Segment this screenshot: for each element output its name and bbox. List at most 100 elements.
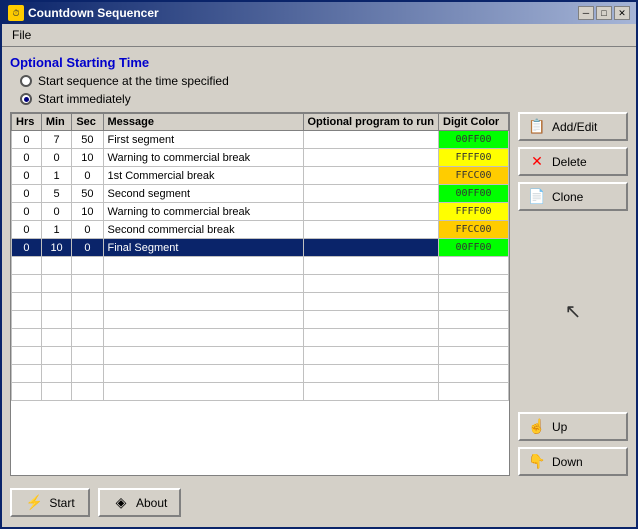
cell-empty <box>72 383 103 401</box>
up-button[interactable]: ☝ Up <box>518 412 628 441</box>
table-row[interactable]: 0 0 10 Warning to commercial break FFFF0… <box>12 149 509 167</box>
cell-empty <box>12 347 42 365</box>
cell-sec: 0 <box>72 167 103 185</box>
table-row-empty[interactable] <box>12 257 509 275</box>
table-row-empty[interactable] <box>12 311 509 329</box>
delete-label: Delete <box>552 155 587 169</box>
table-row-empty[interactable] <box>12 383 509 401</box>
start-button[interactable]: ⚡ Start <box>10 488 90 517</box>
cell-min: 5 <box>41 185 71 203</box>
cell-hrs: 0 <box>12 167 42 185</box>
table-scroll[interactable]: Hrs Min Sec Message Optional program to … <box>11 113 509 475</box>
cell-color: 00FF00 <box>439 239 509 257</box>
cell-empty <box>12 293 42 311</box>
cell-empty <box>103 347 303 365</box>
table-row-empty[interactable] <box>12 347 509 365</box>
cell-min: 0 <box>41 149 71 167</box>
cell-empty <box>41 329 71 347</box>
cell-program <box>303 239 439 257</box>
cell-empty <box>12 329 42 347</box>
cell-empty <box>72 311 103 329</box>
cell-hrs: 0 <box>12 185 42 203</box>
cell-message: Final Segment <box>103 239 303 257</box>
radio-label-0: Start sequence at the time specified <box>38 74 229 88</box>
cell-program <box>303 221 439 239</box>
table-row[interactable]: 0 1 0 Second commercial break FFCC00 <box>12 221 509 239</box>
cell-empty <box>72 347 103 365</box>
table-row-empty[interactable] <box>12 329 509 347</box>
cursor-icon: ↖ <box>565 299 582 324</box>
down-icon: 👇 <box>528 453 546 470</box>
radio-row-0[interactable]: Start sequence at the time specified <box>20 74 628 88</box>
cell-color: FFFF00 <box>439 203 509 221</box>
up-label: Up <box>552 420 567 434</box>
cell-empty <box>41 257 71 275</box>
table-row[interactable]: 0 5 50 Second segment 00FF00 <box>12 185 509 203</box>
cell-empty <box>72 257 103 275</box>
col-sec: Sec <box>72 114 103 131</box>
about-button[interactable]: ◈ About <box>98 488 181 517</box>
cell-empty <box>103 275 303 293</box>
cell-min: 1 <box>41 221 71 239</box>
close-button[interactable]: ✕ <box>614 6 630 20</box>
cell-message: Second segment <box>103 185 303 203</box>
radio-group: Start sequence at the time specified Sta… <box>20 74 628 106</box>
cell-empty <box>303 365 439 383</box>
radio-start-immediately[interactable] <box>20 93 32 105</box>
add-edit-label: Add/Edit <box>552 120 597 134</box>
cell-empty <box>12 311 42 329</box>
table-row[interactable]: 0 7 50 First segment 00FF00 <box>12 131 509 149</box>
cell-sec: 10 <box>72 203 103 221</box>
table-row-empty[interactable] <box>12 293 509 311</box>
down-label: Down <box>552 455 583 469</box>
cell-message: Second commercial break <box>103 221 303 239</box>
table-row[interactable]: 0 0 10 Warning to commercial break FFFF0… <box>12 203 509 221</box>
minimize-button[interactable]: ─ <box>578 6 594 20</box>
cell-empty <box>439 293 509 311</box>
cell-empty <box>41 383 71 401</box>
cell-message: Warning to commercial break <box>103 203 303 221</box>
cell-empty <box>41 275 71 293</box>
cell-empty <box>439 275 509 293</box>
about-label: About <box>136 496 167 510</box>
table-row-empty[interactable] <box>12 275 509 293</box>
cell-hrs: 0 <box>12 239 42 257</box>
clone-button[interactable]: 📄 Clone <box>518 182 628 211</box>
clone-label: Clone <box>552 190 583 204</box>
down-button[interactable]: 👇 Down <box>518 447 628 476</box>
table-row[interactable]: 0 10 0 Final Segment 00FF00 <box>12 239 509 257</box>
title-bar: ⏱ Countdown Sequencer ─ □ ✕ <box>2 2 636 24</box>
data-table: Hrs Min Sec Message Optional program to … <box>11 113 509 401</box>
cell-message: Warning to commercial break <box>103 149 303 167</box>
cell-empty <box>72 365 103 383</box>
add-edit-button[interactable]: 📋 Add/Edit <box>518 112 628 141</box>
cell-program <box>303 185 439 203</box>
cell-empty <box>41 293 71 311</box>
cell-sec: 10 <box>72 149 103 167</box>
radio-row-1[interactable]: Start immediately <box>20 92 628 106</box>
table-row[interactable]: 0 1 0 1st Commercial break FFCC00 <box>12 167 509 185</box>
cell-empty <box>72 275 103 293</box>
clone-icon: 📄 <box>528 188 546 205</box>
maximize-button[interactable]: □ <box>596 6 612 20</box>
cell-empty <box>72 329 103 347</box>
bottom-buttons: ⚡ Start ◈ About <box>10 482 628 519</box>
cell-sec: 50 <box>72 131 103 149</box>
radio-start-specified[interactable] <box>20 75 32 87</box>
cell-empty <box>439 257 509 275</box>
table-row-empty[interactable] <box>12 365 509 383</box>
cell-hrs: 0 <box>12 131 42 149</box>
cell-empty <box>439 347 509 365</box>
cell-program <box>303 131 439 149</box>
up-down-buttons: ☝ Up 👇 Down <box>518 412 628 476</box>
menu-file[interactable]: File <box>6 26 37 44</box>
cell-empty <box>72 293 103 311</box>
cell-sec: 50 <box>72 185 103 203</box>
cell-hrs: 0 <box>12 203 42 221</box>
delete-button[interactable]: ✕ Delete <box>518 147 628 176</box>
cell-empty <box>41 311 71 329</box>
cell-empty <box>41 365 71 383</box>
cell-hrs: 0 <box>12 221 42 239</box>
cell-empty <box>303 383 439 401</box>
cell-empty <box>12 257 42 275</box>
